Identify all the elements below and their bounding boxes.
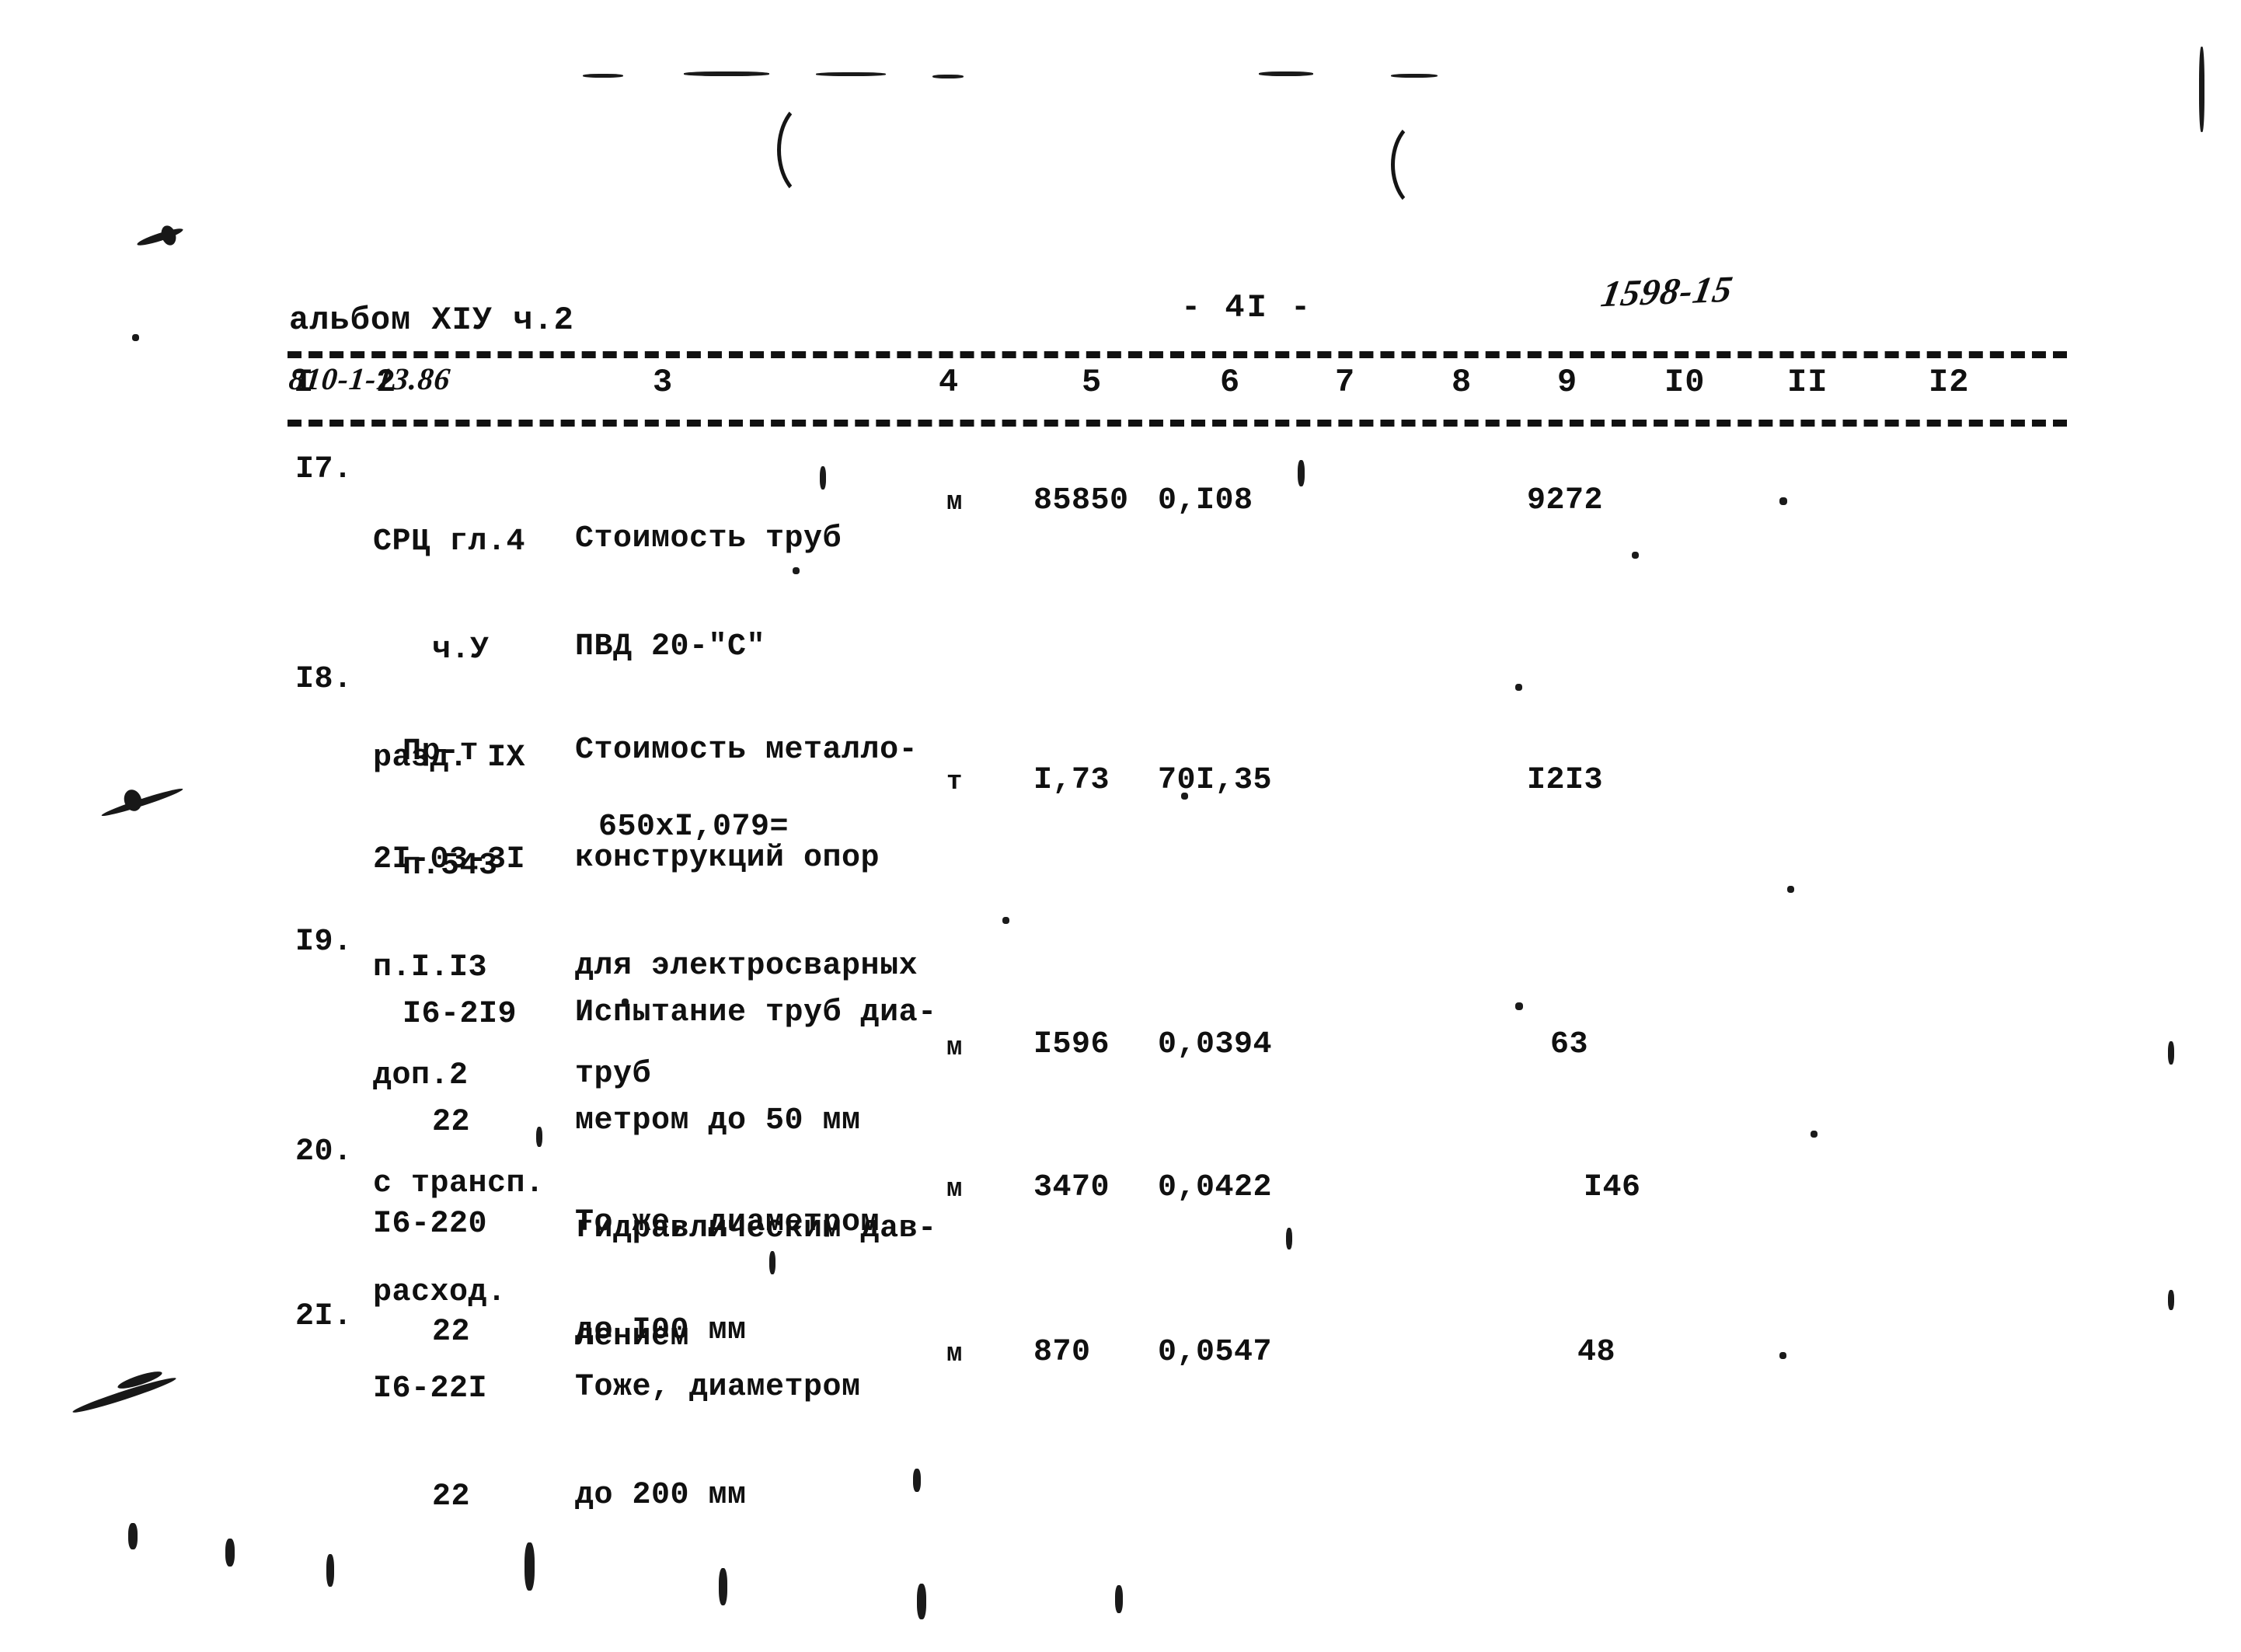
code-line: Пр-т (403, 734, 479, 769)
scan-smudge-mid-left (100, 786, 184, 819)
column-header-1: I (294, 364, 315, 401)
scan-speckle (1298, 460, 1305, 486)
column-header-2: 2 (376, 364, 397, 401)
column-header-10: I0 (1664, 364, 1706, 401)
code-line: I6-220 (373, 1206, 488, 1242)
scan-speckle (816, 72, 886, 76)
scan-smudge-top-left-2 (159, 223, 179, 248)
scan-speckle (525, 1542, 535, 1591)
code-line: I6-2I9 (403, 996, 518, 1032)
scan-speckle (1779, 497, 1787, 505)
column-header-4: 4 (939, 364, 960, 401)
row-total: I2I3 (1527, 763, 1604, 798)
scan-speckle (1391, 74, 1438, 78)
row-code: I6-22I 22 (373, 1299, 487, 1588)
row-number: I7. (295, 452, 353, 487)
scan-speckle (1515, 1002, 1523, 1010)
code-line: I6-22I (373, 1371, 488, 1406)
scan-speckle (583, 74, 623, 78)
scan-speckle (2199, 47, 2204, 132)
row-price: 0,0394 (1158, 1027, 1273, 1062)
scan-speckle (1515, 684, 1522, 691)
row-description: Тоже, диаметром до 200 мм (575, 1298, 861, 1586)
row-price: 0,0547 (1158, 1335, 1273, 1370)
scan-artifact-arc-left (777, 99, 847, 200)
table-rule-bottom (288, 420, 2067, 427)
column-header-5: 5 (1082, 364, 1103, 401)
scan-smudge-top-left (135, 225, 185, 249)
row-price: 0,I08 (1158, 483, 1253, 518)
row-price: 70I,35 (1158, 763, 1273, 798)
row-total: 63 (1550, 1027, 1589, 1062)
scan-speckle (1811, 1131, 1818, 1138)
scan-speckle (1632, 552, 1639, 559)
row-quantity: 3470 (1033, 1170, 1110, 1205)
row-quantity: 85850 (1033, 483, 1129, 518)
code-line: 2I-03-3I (373, 842, 526, 877)
desc-line: Тоже, диаметром (575, 1369, 861, 1405)
scan-speckle (2168, 1041, 2174, 1065)
desc-line: То же, диаметром (575, 1204, 880, 1240)
row-quantity: 870 (1033, 1335, 1091, 1370)
column-header-8: 8 (1452, 364, 1473, 401)
scan-speckle (2168, 1290, 2174, 1310)
handwritten-annotation: 1598-15 (1598, 268, 1737, 315)
row-unit: т (946, 768, 963, 797)
column-header-3: 3 (653, 364, 674, 401)
scan-speckle (684, 71, 769, 76)
desc-line: Стоимость труб (575, 521, 842, 556)
desc-line: Испытание труб диа- (575, 995, 937, 1030)
page-number: - 4I - (1181, 289, 1313, 326)
row-quantity: I596 (1033, 1027, 1110, 1062)
row-quantity: I,73 (1033, 763, 1110, 798)
scan-speckle (1286, 1228, 1292, 1249)
desc-line: до 200 мм (575, 1477, 747, 1513)
scan-speckle (1002, 917, 1009, 924)
row-total: I46 (1584, 1170, 1641, 1205)
code-line: СРЦ гл.4 (373, 524, 526, 559)
code-line: 22 (432, 1479, 471, 1514)
scan-speckle (132, 334, 139, 341)
scan-speckle (1259, 71, 1313, 76)
row-unit: м (946, 1340, 963, 1369)
row-total: 9272 (1527, 483, 1604, 518)
desc-line: конструкций опор (575, 840, 880, 876)
desc-line: Стоимость металло- (575, 732, 918, 768)
row-number: I8. (295, 662, 353, 697)
column-header-12: I2 (1929, 364, 1970, 401)
album-code: 810-1-13.86 (287, 361, 453, 397)
row-total: 48 (1577, 1335, 1616, 1370)
scanned-document-page: альбом XIУ ч.2 810-1-13.86 - 4I - 1598-1… (0, 0, 2241, 1652)
row-unit: м (946, 1175, 963, 1204)
row-unit: м (946, 1033, 963, 1063)
column-header-11: II (1787, 364, 1828, 401)
scan-speckle (225, 1539, 235, 1567)
column-header-7: 7 (1335, 364, 1356, 401)
scan-speckle (917, 1584, 926, 1619)
row-unit: м (946, 488, 963, 518)
album-title: альбом XIУ ч.2 (289, 301, 574, 339)
scan-speckle (932, 75, 964, 78)
scan-artifact-arc-right (1391, 118, 1458, 211)
row-price: 0,0422 (1158, 1170, 1273, 1205)
row-number: 20. (295, 1134, 353, 1169)
scan-speckle (128, 1523, 138, 1549)
scan-speckle (326, 1554, 334, 1587)
scan-speckle (1115, 1585, 1123, 1613)
scan-speckle (1779, 1352, 1786, 1359)
column-header-6: 6 (1220, 364, 1241, 401)
row-number: I9. (295, 925, 353, 960)
row-number: 2I. (295, 1299, 353, 1334)
column-header-9: 9 (1557, 364, 1578, 401)
scan-speckle (913, 1469, 921, 1492)
table-rule-top (288, 351, 2067, 358)
row-description-extra: 650xI,079= (598, 810, 789, 845)
scan-speckle (1787, 886, 1794, 893)
album-header: альбом XIУ ч.2 810-1-13.86 (287, 278, 574, 421)
